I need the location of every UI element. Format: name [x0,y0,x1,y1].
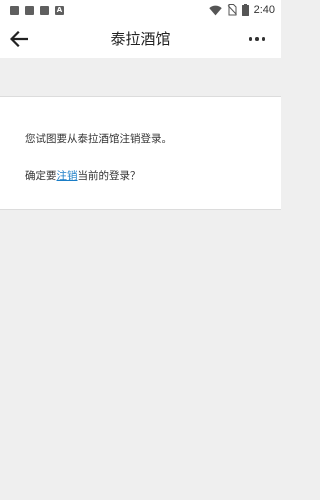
dot [261,37,266,41]
more-options-button[interactable] [243,28,271,50]
image-icon [40,5,49,15]
dot [248,37,253,41]
a-app-icon: A [55,5,64,15]
confirm-prefix: 确定要 [25,170,57,182]
logout-message: 您试图要从泰拉酒馆注销登录。 [25,133,172,145]
back-button[interactable] [6,26,32,52]
logout-link[interactable]: 注销 [57,170,78,182]
battery-icon [241,4,249,16]
toolbar: 泰拉酒馆 [0,20,281,58]
no-sim-icon [227,4,237,16]
notification-icons: A [10,5,64,15]
dot [255,37,259,41]
logout-dialog-card: 您试图要从泰拉酒馆注销登录。 确定要注销当前的登录？ [0,96,281,210]
arrow-left-icon [10,31,28,47]
confirm-suffix: 当前的登录？ [77,170,141,182]
status-right: 2:40 [208,2,275,18]
page-title: 泰拉酒馆 [110,30,171,48]
status-bar: A 2:40 [0,0,281,20]
wifi-icon [208,5,222,15]
status-time: 2:40 [253,4,275,16]
image-icon [10,5,19,15]
confirm-logout-text: 确定要注销当前的登录？ [25,168,141,183]
image-icon [25,5,34,15]
